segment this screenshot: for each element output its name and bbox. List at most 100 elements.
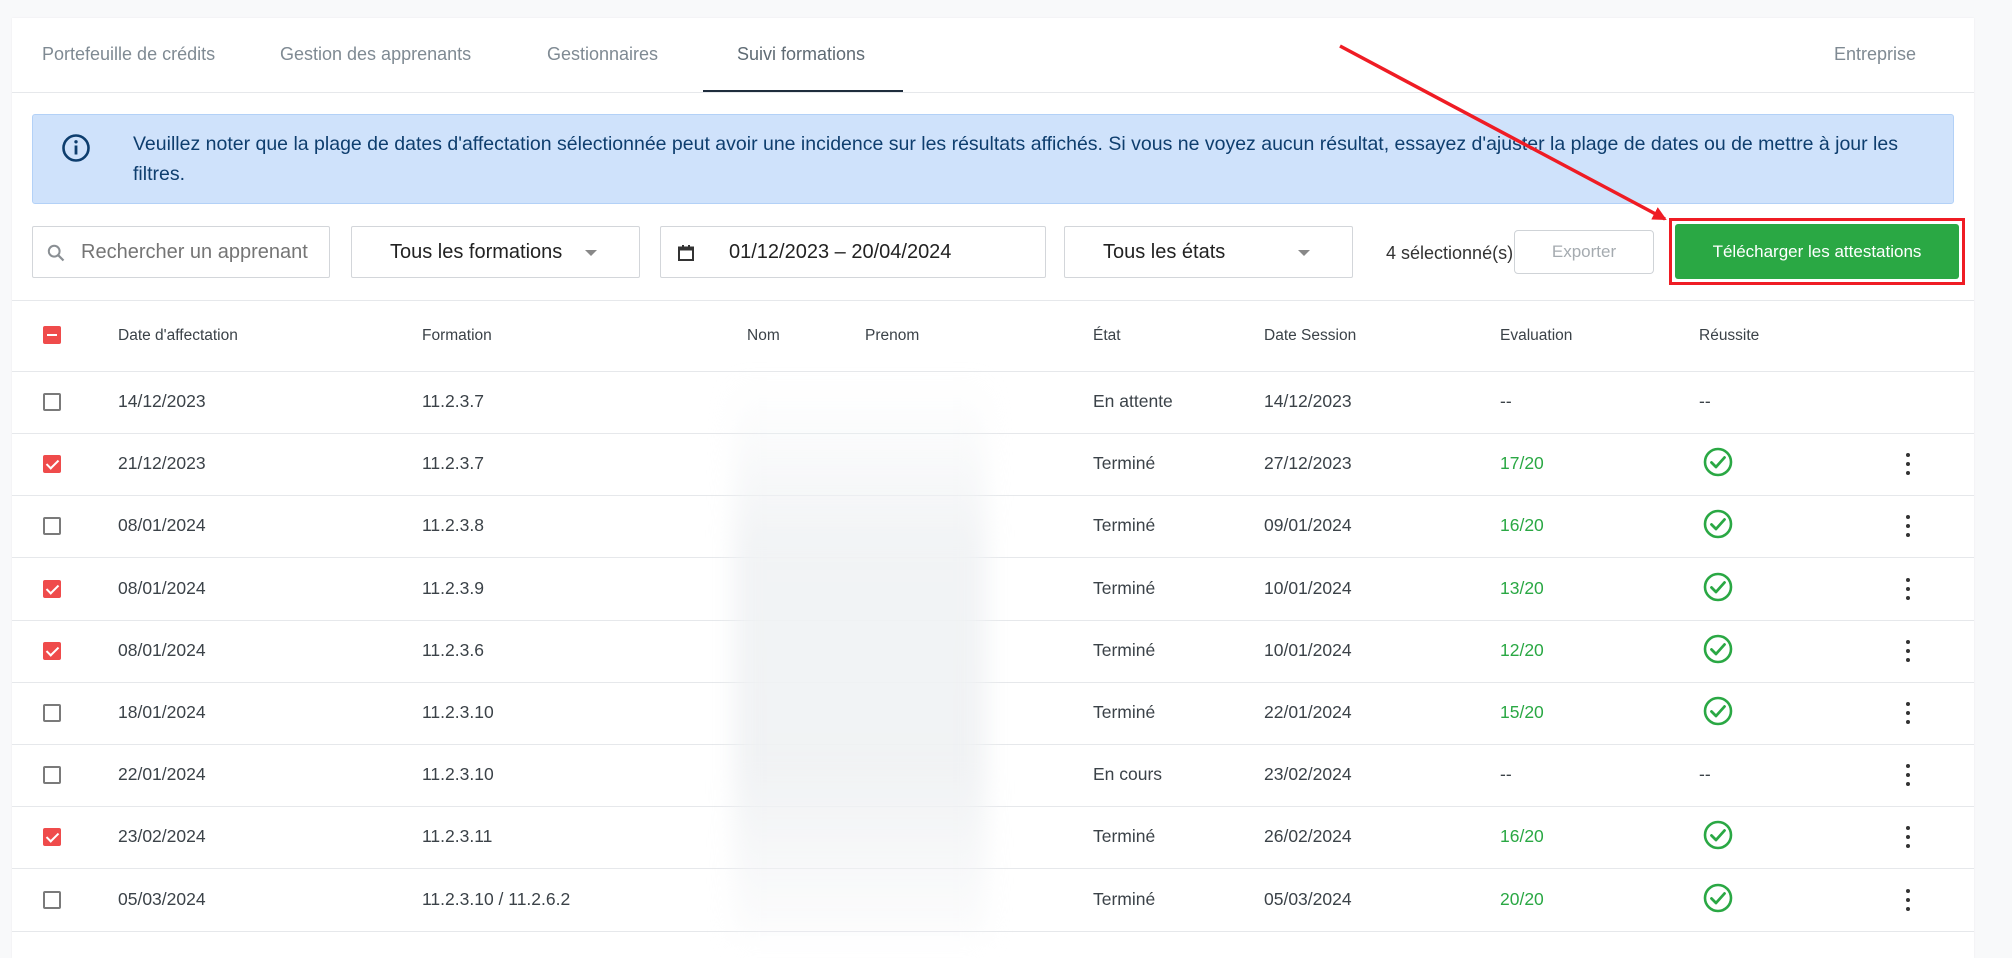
active-tab-indicator: [703, 90, 903, 92]
table-row[interactable]: 22/01/2024 11.2.3.10 En cours 23/02/2024 -- -…: [12, 744, 1974, 808]
chevron-down-icon: [585, 250, 597, 256]
more-options-icon[interactable]: [1903, 576, 1913, 602]
info-alert: Veuillez noter que la plage de dates d'a…: [32, 114, 1954, 204]
table-row[interactable]: 08/01/2024 11.2.3.8 Terminé 09/01/2024 16/20: [12, 495, 1974, 559]
cell-formation: 11.2.3.6: [422, 639, 484, 660]
info-circle-icon: [62, 134, 90, 162]
row-checkbox[interactable]: [43, 517, 61, 536]
cell-evaluation: --: [1500, 764, 1512, 785]
more-options-icon[interactable]: [1903, 887, 1913, 913]
tab-portefeuille[interactable]: Portefeuille de crédits: [42, 44, 215, 65]
cell-date-affectation: 05/03/2024: [118, 888, 206, 909]
more-options-icon[interactable]: [1903, 824, 1913, 850]
cell-etat: Terminé: [1093, 826, 1156, 847]
table-row[interactable]: 08/01/2024 11.2.3.6 Terminé 10/01/2024 12/20: [12, 620, 1974, 683]
header-date-affectation[interactable]: Date d'affectation: [118, 327, 238, 345]
cell-formation: 11.2.3.7: [422, 391, 484, 411]
row-checkbox[interactable]: [43, 890, 61, 909]
tab-suivi-formations[interactable]: Suivi formations: [737, 44, 865, 65]
formation-select[interactable]: Tous les formations: [351, 226, 640, 278]
table-row[interactable]: 08/01/2024 11.2.3.9 Terminé 10/01/2024 13/20: [12, 558, 1974, 621]
cell-etat: Terminé: [1093, 515, 1156, 536]
row-checkbox[interactable]: [43, 704, 61, 722]
row-checkbox[interactable]: [43, 766, 61, 785]
header-formation[interactable]: Formation: [422, 327, 492, 345]
redacted-names: [734, 378, 986, 938]
formation-select-value: Tous les formations: [390, 241, 563, 263]
date-range-picker[interactable]: 01/12/2023 – 20/04/2024: [660, 226, 1046, 278]
row-checkbox[interactable]: [43, 641, 61, 660]
more-options-icon[interactable]: [1903, 638, 1913, 664]
cell-formation: 11.2.3.9: [422, 577, 484, 598]
cell-evaluation: 16/20: [1500, 826, 1544, 847]
cell-formation: 11.2.3.7: [422, 453, 484, 474]
tab-gestionnaires[interactable]: Gestionnaires: [547, 44, 658, 65]
cell-date-affectation: 18/01/2024: [118, 702, 206, 722]
export-button[interactable]: Exporter: [1514, 230, 1654, 274]
date-range-value: 01/12/2023 – 20/04/2024: [729, 241, 952, 263]
table-row[interactable]: 21/12/2023 11.2.3.7 Terminé 27/12/2023 17/20: [12, 433, 1974, 497]
more-options-icon[interactable]: [1903, 451, 1913, 477]
search-input[interactable]: [81, 239, 317, 265]
cell-etat: En cours: [1093, 764, 1163, 785]
chevron-down-icon: [1298, 250, 1310, 256]
success-check-icon: [1703, 510, 1733, 539]
cell-date-session: 10/01/2024: [1264, 639, 1352, 660]
row-checkbox[interactable]: [43, 455, 61, 474]
header-etat[interactable]: État: [1093, 327, 1121, 345]
table-row[interactable]: 05/03/2024 11.2.3.10 / 11.2.6.2 Terminé 05/…: [12, 869, 1974, 932]
cell-etat: Terminé: [1093, 453, 1156, 474]
cell-date-session: 09/01/2024: [1264, 515, 1352, 536]
search-icon: [47, 244, 65, 262]
state-select-value: Tous les états: [1103, 241, 1226, 263]
calendar-icon: [678, 245, 694, 261]
cell-etat: En attente: [1093, 391, 1173, 411]
cell-reussite: --: [1699, 764, 1711, 785]
cell-etat: Terminé: [1093, 702, 1156, 722]
cell-date-session: 26/02/2024: [1264, 826, 1352, 847]
cell-formation: 11.2.3.10: [422, 764, 494, 785]
row-checkbox[interactable]: [43, 579, 61, 598]
header-date-session[interactable]: Date Session: [1264, 327, 1356, 345]
cell-evaluation: 20/20: [1500, 888, 1544, 909]
tab-gestion-apprenants[interactable]: Gestion des apprenants: [280, 44, 471, 65]
table-header: Date d'affectation Formation Nom Prenom …: [12, 300, 1974, 372]
cell-evaluation: 13/20: [1500, 577, 1544, 598]
cell-date-session: 27/12/2023: [1264, 453, 1352, 474]
table-row[interactable]: 18/01/2024 11.2.3.10 Terminé 22/01/2024 15/2…: [12, 682, 1974, 745]
row-checkbox[interactable]: [43, 393, 61, 411]
cell-date-affectation: 08/01/2024: [118, 639, 206, 660]
more-options-icon[interactable]: [1903, 513, 1913, 539]
cell-date-session: 23/02/2024: [1264, 764, 1352, 785]
header-prenom[interactable]: Prenom: [865, 327, 919, 345]
cell-etat: Terminé: [1093, 888, 1156, 909]
main-card: Portefeuille de crédits Gestion des appr…: [12, 18, 1974, 958]
search-box[interactable]: [32, 226, 330, 278]
success-check-icon: [1703, 447, 1733, 477]
download-certificates-button[interactable]: Télécharger les attestations: [1675, 224, 1959, 279]
cell-reussite: --: [1699, 391, 1711, 411]
cell-evaluation: 12/20: [1500, 639, 1544, 660]
header-evaluation[interactable]: Evaluation: [1500, 327, 1572, 345]
state-select[interactable]: Tous les états: [1064, 226, 1353, 278]
table-row[interactable]: 14/12/2023 11.2.3.7 En attente 14/12/2023 --…: [12, 371, 1974, 434]
header-nom[interactable]: Nom: [747, 327, 780, 345]
header-reussite[interactable]: Réussite: [1699, 327, 1759, 345]
cell-formation: 11.2.3.8: [422, 515, 484, 536]
table-row[interactable]: 23/02/2024 11.2.3.11 Terminé 26/02/2024 16/2…: [12, 806, 1974, 870]
cell-date-session: 22/01/2024: [1264, 702, 1352, 722]
success-check-icon: [1703, 634, 1733, 664]
cell-date-affectation: 23/02/2024: [118, 826, 206, 847]
tab-entreprise[interactable]: Entreprise: [1834, 44, 1916, 65]
cell-date-session: 14/12/2023: [1264, 391, 1352, 411]
alert-message: Veuillez noter que la plage de dates d'a…: [133, 133, 1898, 185]
more-options-icon[interactable]: [1903, 700, 1913, 726]
success-check-icon: [1703, 821, 1733, 850]
row-checkbox[interactable]: [43, 828, 61, 847]
cell-etat: Terminé: [1093, 639, 1156, 660]
more-options-icon[interactable]: [1903, 762, 1913, 788]
cell-date-affectation: 08/01/2024: [118, 515, 206, 536]
cell-evaluation: 16/20: [1500, 515, 1544, 536]
cell-evaluation: --: [1500, 391, 1512, 411]
select-all-checkbox[interactable]: [43, 326, 61, 344]
